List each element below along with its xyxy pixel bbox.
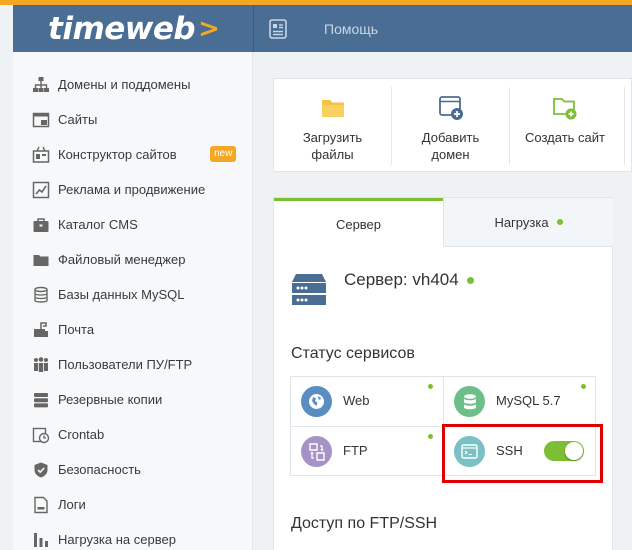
status-dot [428,434,433,439]
upload-files-label: Загрузить файлы [302,130,363,162]
sitemap-icon [32,76,50,94]
sidebar-item-label: Каталог CMS [58,217,138,232]
sidebar-item-label: Конструктор сайтов [58,147,177,162]
sidebar-item-domains[interactable]: Домены и поддомены [13,67,253,102]
create-site-folder-icon [552,95,578,121]
sidebar-item-label: Безопасность [58,462,141,477]
sidebar-item-security[interactable]: Безопасность [13,452,253,487]
ftp-ssh-access-heading: Доступ по FTP/SSH [291,515,438,532]
server-status-dot [466,277,474,285]
tab-server-label: Сервер [335,216,382,232]
sidebar-item-label: Логи [58,497,86,512]
service-web[interactable]: Web [291,377,443,426]
navbar-divider [253,5,254,52]
services-status-heading: Статус сервисов [291,345,415,362]
create-site-label: Создать сайт [525,130,605,145]
sidebar-item-label: Сайты [58,112,98,127]
globe-icon [301,386,332,417]
sidebar-item-mail[interactable]: Почта [13,312,253,347]
service-label: FTP [343,443,368,458]
create-site-button[interactable]: Создать сайт [510,79,620,173]
document-list-icon[interactable] [267,18,289,40]
quick-actions-bar: Загрузить файлы Добавить домен Создать сай… [273,78,632,172]
sidebar-item-label: Реклама и продвижение [58,182,206,197]
server-name: Сервер: vh404 [344,270,459,289]
sidebar-item-cms-catalog[interactable]: Каталог CMS [13,207,253,242]
sidebar: Домены и поддомены Сайты Конструктор сай… [13,52,253,550]
file-transfer-icon [301,436,332,467]
sidebar-item-advertising[interactable]: Реклама и продвижение [13,172,253,207]
server-panel: Сервер Нагрузка Сервер: vh404 Статус сер… [273,197,613,550]
server-stack-icon [32,391,50,409]
quick-action-divider [624,87,625,165]
logo-text: timeweb [48,10,196,47]
add-domain-button[interactable]: Добавить домен [392,79,509,173]
sidebar-item-backups[interactable]: Резервные копии [13,382,253,417]
add-domain-icon [438,95,464,121]
service-ftp[interactable]: FTP [291,427,443,476]
ssh-highlight-box [442,424,603,483]
sidebar-item-sites[interactable]: Сайты [13,102,253,137]
sidebar-item-crontab[interactable]: Crontab [13,417,253,452]
bar-chart-icon [32,531,50,549]
server-title: Сервер: vh404 [344,270,474,290]
shield-icon [32,461,50,479]
upload-folder-icon [320,95,346,121]
constructor-icon [32,146,50,164]
logo[interactable]: timeweb > [13,5,253,52]
sidebar-item-file-manager[interactable]: Файловый менеджер [13,242,253,277]
sidebar-item-constructor[interactable]: Конструктор сайтов new [13,137,253,172]
help-link[interactable]: Помощь [324,21,378,37]
tab-server[interactable]: Сервер [274,198,443,247]
tab-load-label: Нагрузка [494,214,549,230]
tab-load[interactable]: Нагрузка [443,198,613,247]
status-dot [428,384,433,389]
log-document-icon [32,496,50,514]
logo-arrow: > [198,13,220,44]
status-dot [556,219,563,225]
users-icon [32,356,50,374]
service-label: MySQL 5.7 [496,393,561,408]
sidebar-item-label: Резервные копии [58,392,163,407]
sidebar-item-label: Файловый менеджер [58,252,186,267]
mailbox-icon [32,321,50,339]
service-mysql[interactable]: MySQL 5.7 [444,377,596,426]
database-icon [454,386,485,417]
folder-icon [32,251,50,269]
sidebar-item-logs[interactable]: Логи [13,487,253,522]
browser-window-icon [32,111,50,129]
briefcase-icon [32,216,50,234]
database-icon [32,286,50,304]
status-dot [581,384,586,389]
server-icon [290,272,328,308]
sidebar-item-users[interactable]: Пользователи ПУ/FTP [13,347,253,382]
sidebar-item-mysql[interactable]: Базы данных MySQL [13,277,253,312]
upload-files-button[interactable]: Загрузить файлы [274,79,391,173]
sidebar-item-label: Нагрузка на сервер [58,532,176,547]
sidebar-item-label: Пользователи ПУ/FTP [58,357,193,372]
sidebar-item-label: Базы данных MySQL [58,287,185,302]
add-domain-label: Добавить домен [421,130,480,162]
service-label: Web [343,393,370,408]
chart-line-icon [32,181,50,199]
sidebar-item-label: Домены и поддомены [58,77,191,92]
new-badge: new [210,146,237,162]
sidebar-item-server-load[interactable]: Нагрузка на сервер [13,522,253,550]
clock-calendar-icon [32,426,50,444]
top-navbar: timeweb > Помощь [13,5,632,52]
sidebar-item-label: Crontab [58,427,105,442]
sidebar-item-label: Почта [58,322,95,337]
